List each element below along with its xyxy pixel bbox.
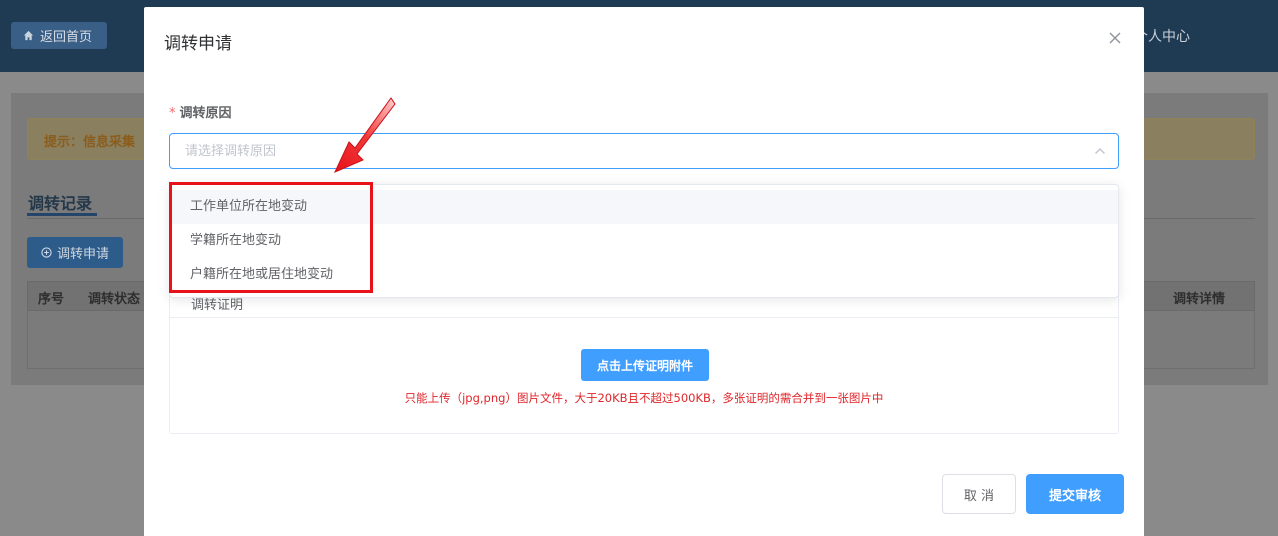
- upload-proof-button[interactable]: 点击上传证明附件: [581, 349, 709, 381]
- transfer-apply-dialog: 调转申请 *调转原因 调转证明 点击上传证明附件 只能上传（jpg,png）图片…: [144, 7, 1144, 536]
- dropdown-option-school-status[interactable]: 学籍所在地变动: [170, 224, 1118, 258]
- close-icon[interactable]: [1108, 31, 1122, 45]
- dropdown-option-household-residence[interactable]: 户籍所在地或居住地变动: [170, 258, 1118, 292]
- reason-field-label: * 调转原因: [169, 102, 232, 121]
- dialog-footer: 取 消 提交审核: [942, 474, 1124, 514]
- apply-transfer-label: 调转申请: [57, 247, 110, 262]
- col-header-status: 调转状态: [88, 292, 141, 307]
- home-icon: [23, 30, 34, 41]
- tip-text: 提示：信息采集: [44, 135, 136, 150]
- reason-label-text: 调转原因: [179, 106, 232, 121]
- home-button-label: 返回首页: [40, 30, 93, 45]
- tab-transfer-records[interactable]: 调转记录: [28, 190, 92, 214]
- reason-dropdown-menu: 工作单位所在地变动 学籍所在地变动 户籍所在地或居住地变动: [169, 184, 1119, 298]
- upload-hint-text: 只能上传（jpg,png）图片文件，大于20KB且不超过500KB，多张证明的需…: [404, 391, 884, 405]
- col-header-index: 序号: [38, 292, 65, 307]
- col-header-details: 调转详情: [1173, 292, 1226, 307]
- chevron-up-icon: [1095, 148, 1105, 154]
- dropdown-option-work-unit[interactable]: 工作单位所在地变动: [170, 190, 1118, 224]
- apply-transfer-button[interactable]: 调转申请: [27, 237, 123, 268]
- home-button[interactable]: 返回首页: [11, 22, 107, 49]
- reason-select[interactable]: [169, 133, 1119, 169]
- dialog-title: 调转申请: [164, 34, 232, 54]
- cancel-button[interactable]: 取 消: [942, 474, 1016, 514]
- tab-active-indicator: [27, 213, 97, 216]
- submit-review-button[interactable]: 提交审核: [1026, 474, 1124, 514]
- required-asterisk: *: [169, 106, 176, 121]
- proof-upload-panel: 调转证明 点击上传证明附件 只能上传（jpg,png）图片文件，大于20KB且不…: [169, 289, 1119, 434]
- plus-circle-icon: [41, 247, 52, 258]
- reason-select-input[interactable]: [170, 134, 1118, 168]
